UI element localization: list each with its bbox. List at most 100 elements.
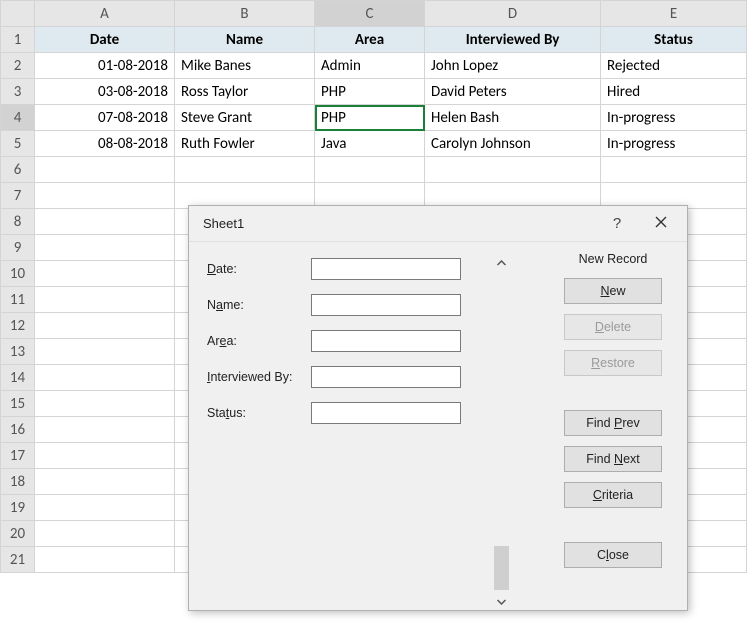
cell[interactable] <box>35 547 175 573</box>
row-header[interactable]: 2 <box>1 53 35 79</box>
find-prev-button[interactable]: Find Prev <box>564 410 662 436</box>
cell[interactable] <box>35 521 175 547</box>
new-button[interactable]: New <box>564 278 662 304</box>
find-next-button[interactable]: Find Next <box>564 446 662 472</box>
cell[interactable]: Mike Banes <box>175 53 315 79</box>
row-header[interactable]: 3 <box>1 79 35 105</box>
cell[interactable] <box>601 157 747 183</box>
cell[interactable]: Ross Taylor <box>175 79 315 105</box>
criteria-button[interactable]: Criteria <box>564 482 662 508</box>
cell[interactable]: In-progress <box>601 105 747 131</box>
cell[interactable]: 03-08-2018 <box>35 79 175 105</box>
cell[interactable]: Carolyn Johnson <box>425 131 601 157</box>
cell[interactable]: Java <box>315 131 425 157</box>
restore-button[interactable]: Restore <box>564 350 662 376</box>
row-header[interactable]: 19 <box>1 495 35 521</box>
row-header[interactable]: 11 <box>1 287 35 313</box>
cell[interactable] <box>35 209 175 235</box>
input-name[interactable] <box>311 294 461 316</box>
row-header[interactable]: 1 <box>1 27 35 53</box>
cell[interactable] <box>35 495 175 521</box>
header-area[interactable]: Area <box>315 27 425 53</box>
header-interviewed-by[interactable]: Interviewed By <box>425 27 601 53</box>
dialog-button-column: New Record New Delete Restore Find Prev … <box>553 252 673 578</box>
cell[interactable]: Ruth Fowler <box>175 131 315 157</box>
row-header[interactable]: 17 <box>1 443 35 469</box>
cell[interactable]: PHP <box>315 79 425 105</box>
select-all-cell[interactable] <box>1 1 35 27</box>
label-area: Area: <box>207 334 311 348</box>
row-header[interactable]: 5 <box>1 131 35 157</box>
scroll-thumb[interactable] <box>494 546 509 590</box>
cell[interactable]: Helen Bash <box>425 105 601 131</box>
row-header[interactable]: 15 <box>1 391 35 417</box>
col-header-D[interactable]: D <box>425 1 601 27</box>
chevron-down-icon <box>497 599 506 605</box>
input-area[interactable] <box>311 330 461 352</box>
cell[interactable] <box>35 287 175 313</box>
cell[interactable] <box>35 183 175 209</box>
input-status[interactable] <box>311 402 461 424</box>
cell[interactable] <box>35 235 175 261</box>
cell[interactable]: Admin <box>315 53 425 79</box>
row-header[interactable]: 12 <box>1 313 35 339</box>
record-status-label: New Record <box>579 252 648 266</box>
cell[interactable]: John Lopez <box>425 53 601 79</box>
row-header[interactable]: 18 <box>1 469 35 495</box>
row-header[interactable]: 20 <box>1 521 35 547</box>
input-interviewed-by[interactable] <box>311 366 461 388</box>
input-date[interactable] <box>311 258 461 280</box>
row-header[interactable]: 16 <box>1 417 35 443</box>
row-header[interactable]: 13 <box>1 339 35 365</box>
col-header-C[interactable]: C <box>315 1 425 27</box>
label-status: Status: <box>207 406 311 420</box>
cell[interactable]: David Peters <box>425 79 601 105</box>
header-date[interactable]: Date <box>35 27 175 53</box>
row-header[interactable]: 9 <box>1 235 35 261</box>
close-window-button[interactable] <box>639 210 683 238</box>
cell[interactable]: 07-08-2018 <box>35 105 175 131</box>
row-header[interactable]: 14 <box>1 365 35 391</box>
cell[interactable]: 08-08-2018 <box>35 131 175 157</box>
cell[interactable] <box>35 443 175 469</box>
cell[interactable] <box>35 469 175 495</box>
cell[interactable]: Steve Grant <box>175 105 315 131</box>
cell[interactable] <box>35 261 175 287</box>
cell[interactable] <box>35 365 175 391</box>
delete-button[interactable]: Delete <box>564 314 662 340</box>
cell[interactable] <box>35 391 175 417</box>
help-icon: ? <box>613 215 621 232</box>
header-status[interactable]: Status <box>601 27 747 53</box>
cell[interactable] <box>175 157 315 183</box>
cell[interactable] <box>35 313 175 339</box>
dialog-titlebar[interactable]: Sheet1 ? <box>189 206 687 242</box>
cell[interactable] <box>315 157 425 183</box>
data-form-dialog: Sheet1 ? Date: Name: Area: Interviewed B… <box>188 205 688 611</box>
row-header[interactable]: 21 <box>1 547 35 573</box>
cell[interactable] <box>35 157 175 183</box>
cell[interactable] <box>35 417 175 443</box>
cell[interactable] <box>35 339 175 365</box>
form-scrollbar[interactable] <box>493 254 510 610</box>
help-button[interactable]: ? <box>595 210 639 238</box>
header-name[interactable]: Name <box>175 27 315 53</box>
cell[interactable]: In-progress <box>601 131 747 157</box>
cell[interactable]: Hired <box>601 79 747 105</box>
cell[interactable]: 01-08-2018 <box>35 53 175 79</box>
row-header[interactable]: 8 <box>1 209 35 235</box>
row-header[interactable]: 4 <box>1 105 35 131</box>
close-button[interactable]: Close <box>564 542 662 568</box>
col-header-E[interactable]: E <box>601 1 747 27</box>
cell[interactable]: Rejected <box>601 53 747 79</box>
scroll-down-button[interactable] <box>493 593 510 610</box>
label-date: Date: <box>207 262 311 276</box>
dialog-title: Sheet1 <box>203 216 595 231</box>
cell[interactable] <box>425 157 601 183</box>
row-header[interactable]: 6 <box>1 157 35 183</box>
cell-active[interactable]: PHP <box>315 105 425 131</box>
col-header-A[interactable]: A <box>35 1 175 27</box>
row-header[interactable]: 7 <box>1 183 35 209</box>
row-header[interactable]: 10 <box>1 261 35 287</box>
scroll-up-button[interactable] <box>493 254 510 271</box>
col-header-B[interactable]: B <box>175 1 315 27</box>
